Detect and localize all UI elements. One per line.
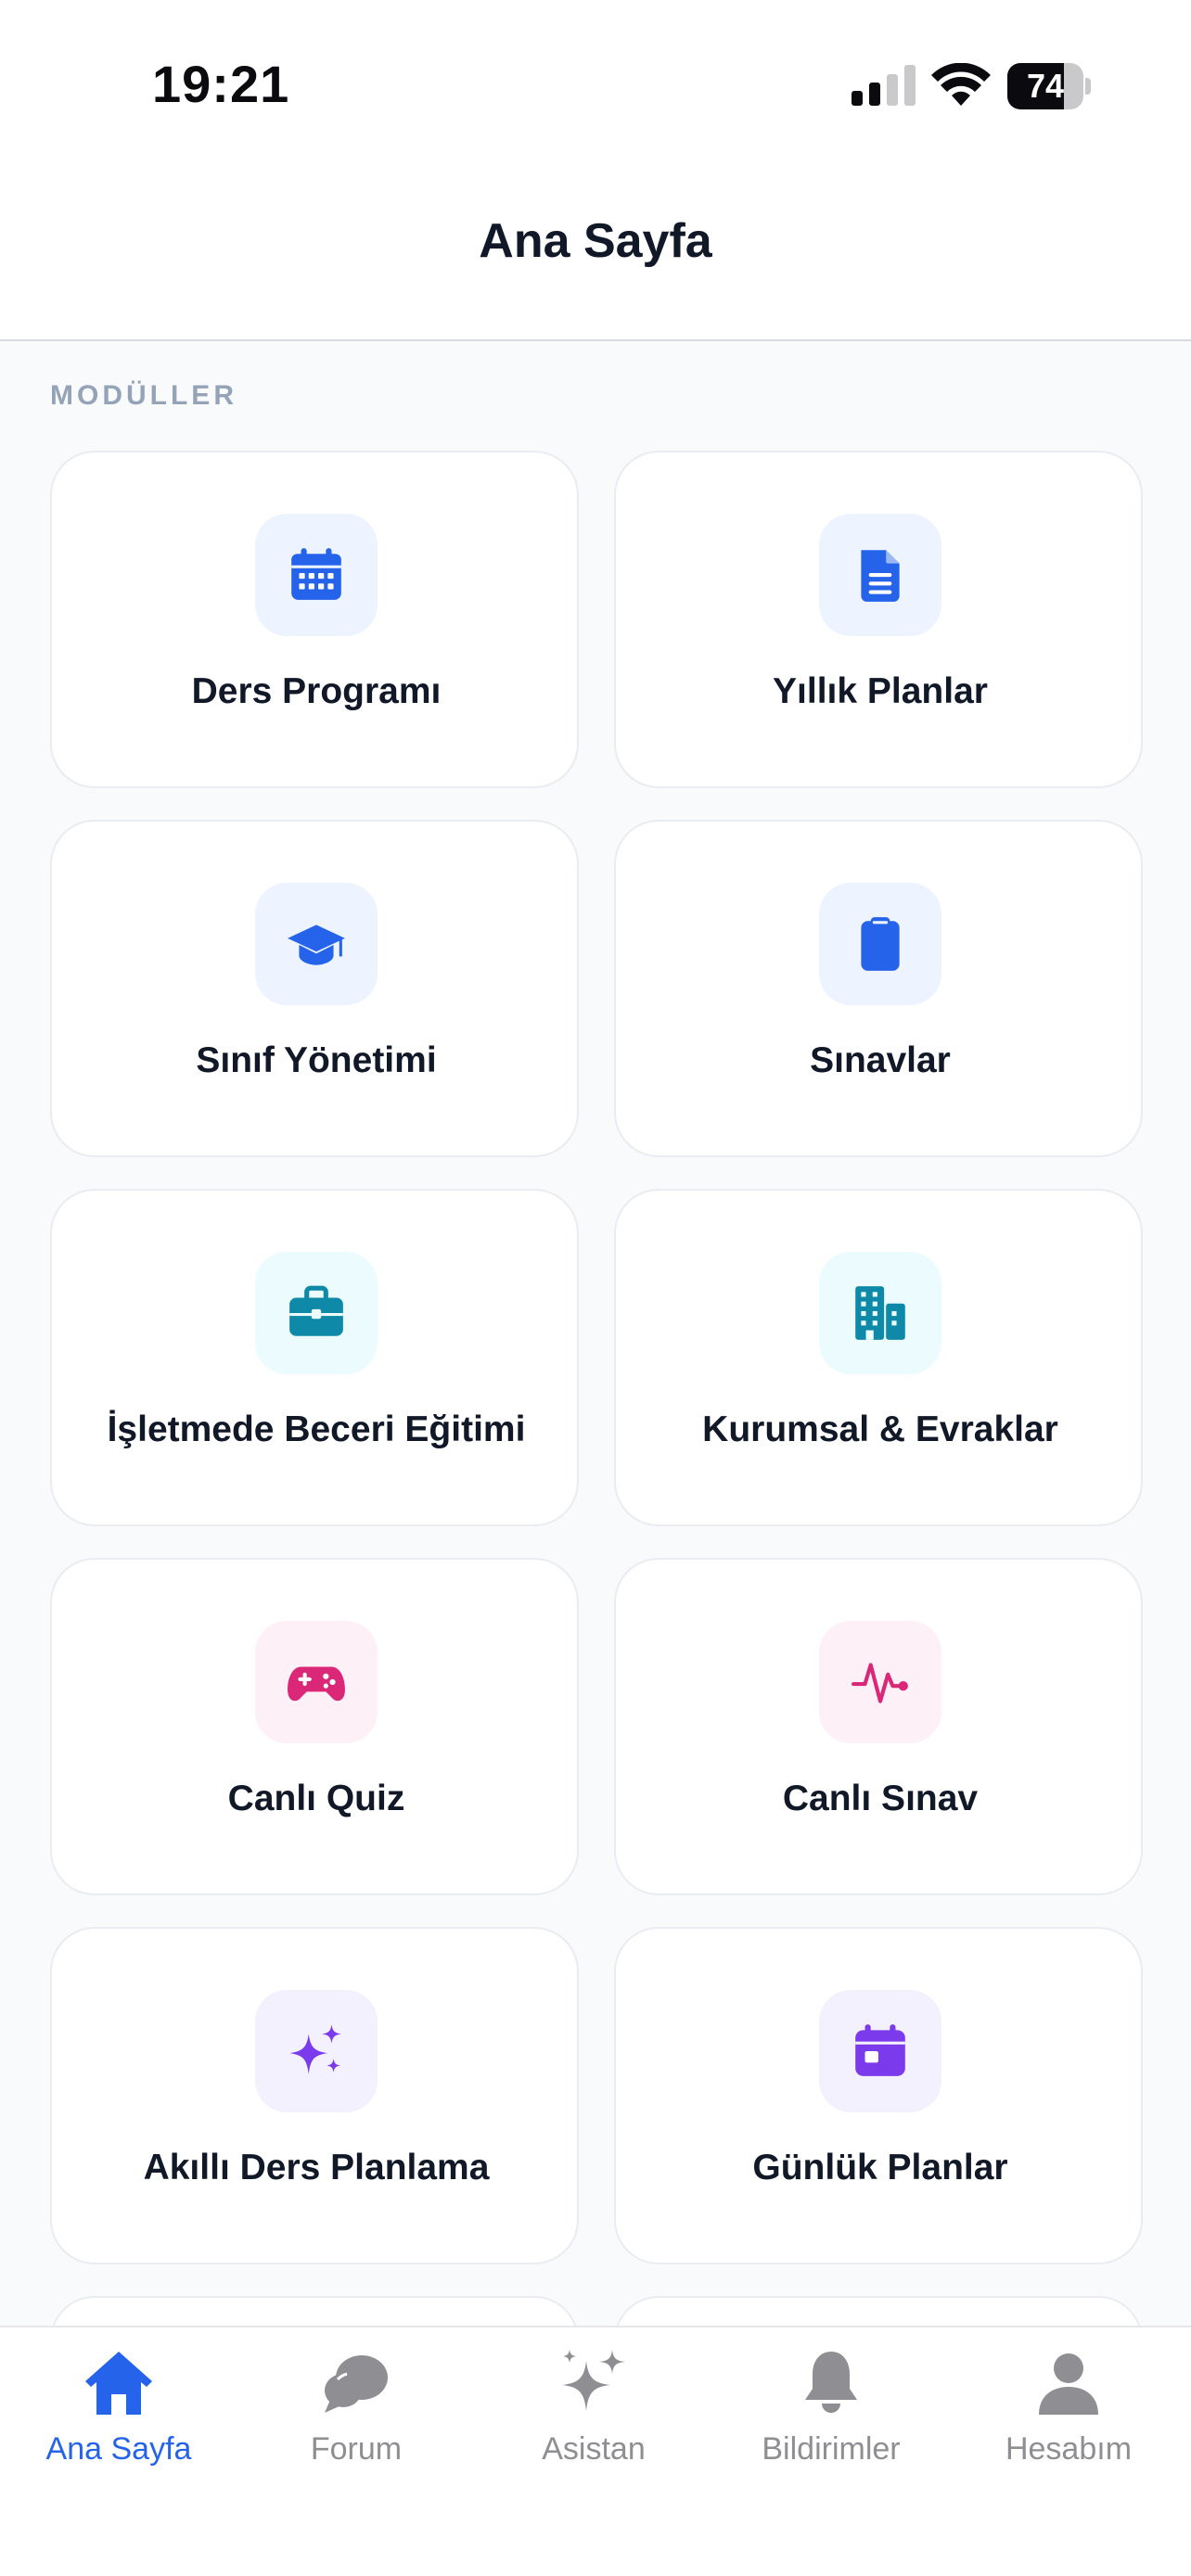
module-label: Sınavlar <box>810 1040 951 1080</box>
wifi-icon <box>931 63 991 106</box>
bell-icon <box>805 2352 857 2413</box>
tab-forum[interactable]: Forum <box>237 2327 475 2476</box>
module-card-yillik-planlar[interactable]: Yıllık Planlar <box>614 451 1143 788</box>
clipboard-icon <box>861 917 900 971</box>
graduation-cap-icon <box>288 925 345 965</box>
chat-bubbles-icon <box>325 2355 388 2413</box>
module-card-canli-sinav[interactable]: Canlı Sınav <box>614 1558 1143 1895</box>
pulse-icon <box>852 1663 908 1703</box>
module-label: Günlük Planlar <box>752 2148 1008 2187</box>
tab-label: Bildirimler <box>762 2431 901 2467</box>
module-label: Kurumsal & Evraklar <box>702 1409 1058 1449</box>
document-icon <box>861 550 900 602</box>
module-card-akilli-ders-planlama[interactable]: Akıllı Ders Planlama <box>50 1927 579 2264</box>
sparkles-icon <box>562 2350 625 2411</box>
module-icon-box <box>819 514 941 636</box>
tab-label: Hesabım <box>1005 2431 1133 2467</box>
tab-label: Ana Sayfa <box>45 2431 192 2467</box>
module-card-kurumsal-evraklar[interactable]: Kurumsal & Evraklar <box>614 1189 1143 1526</box>
calendar-day-icon <box>855 2024 905 2076</box>
module-icon-box <box>255 514 378 636</box>
tab-label: Forum <box>310 2431 403 2467</box>
module-label: Akıllı Ders Planlama <box>143 2148 490 2187</box>
module-icon-box <box>255 883 378 1005</box>
module-label: Sınıf Yönetimi <box>196 1040 437 1080</box>
module-card-ders-programi[interactable]: Ders Programı <box>50 451 579 788</box>
module-icon-box <box>819 1990 941 2112</box>
status-time: 19:21 <box>152 55 290 113</box>
module-icon-box <box>819 883 941 1005</box>
tab-bildirimler[interactable]: Bildirimler <box>712 2327 950 2476</box>
module-card-isletmede-beceri-egitimi[interactable]: İşletmede Beceri Eğitimi <box>50 1189 579 1526</box>
gamepad-icon <box>288 1666 345 1702</box>
tab-label: Asistan <box>542 2431 646 2467</box>
battery-level: 74 <box>1026 67 1065 105</box>
page-title: Ana Sayfa <box>479 214 712 268</box>
bottom-tab-bar: Ana Sayfa Forum Asistan Bildirimler Hesa… <box>0 2326 1191 2576</box>
module-label: Canlı Sınav <box>782 1779 979 1818</box>
home-indicator <box>405 2544 786 2557</box>
module-card-canli-quiz[interactable]: Canlı Quiz <box>50 1558 579 1895</box>
person-icon <box>1039 2353 1098 2415</box>
tab-asistan[interactable]: Asistan <box>475 2327 712 2476</box>
module-icon-box <box>819 1621 941 1743</box>
building-icon <box>855 1286 905 1340</box>
tab-ana-sayfa[interactable]: Ana Sayfa <box>0 2327 237 2476</box>
navigation-header: Ana Sayfa <box>0 176 1191 341</box>
cellular-signal-icon <box>852 65 916 106</box>
tab-hesabim[interactable]: Hesabım <box>950 2327 1187 2476</box>
module-icon-box <box>255 1621 378 1743</box>
calendar-icon <box>291 548 341 600</box>
module-label: Ders Programı <box>191 671 442 711</box>
home-screen: 19:21 74 Ana Sayfa MODÜLLER Ders Program… <box>0 0 1191 2576</box>
briefcase-icon <box>289 1285 343 1336</box>
home-icon <box>85 2352 152 2415</box>
module-icon-box <box>255 1990 378 2112</box>
module-icon-box <box>255 1252 378 1374</box>
module-label: Canlı Quiz <box>227 1779 405 1818</box>
module-label: İşletmede Beceri Eğitimi <box>107 1409 526 1449</box>
module-card-sinavlar[interactable]: Sınavlar <box>614 820 1143 1157</box>
modules-section-label: MODÜLLER <box>50 380 237 411</box>
module-card-sinif-yonetimi[interactable]: Sınıf Yönetimi <box>50 820 579 1157</box>
module-icon-box <box>819 1252 941 1374</box>
battery-indicator: 74 <box>1007 63 1091 109</box>
module-label: Yıllık Planlar <box>773 671 988 711</box>
sparkles-icon <box>289 2024 341 2074</box>
module-card-gunluk-planlar[interactable]: Günlük Planlar <box>614 1927 1143 2264</box>
status-bar: 19:21 74 <box>0 0 1191 176</box>
